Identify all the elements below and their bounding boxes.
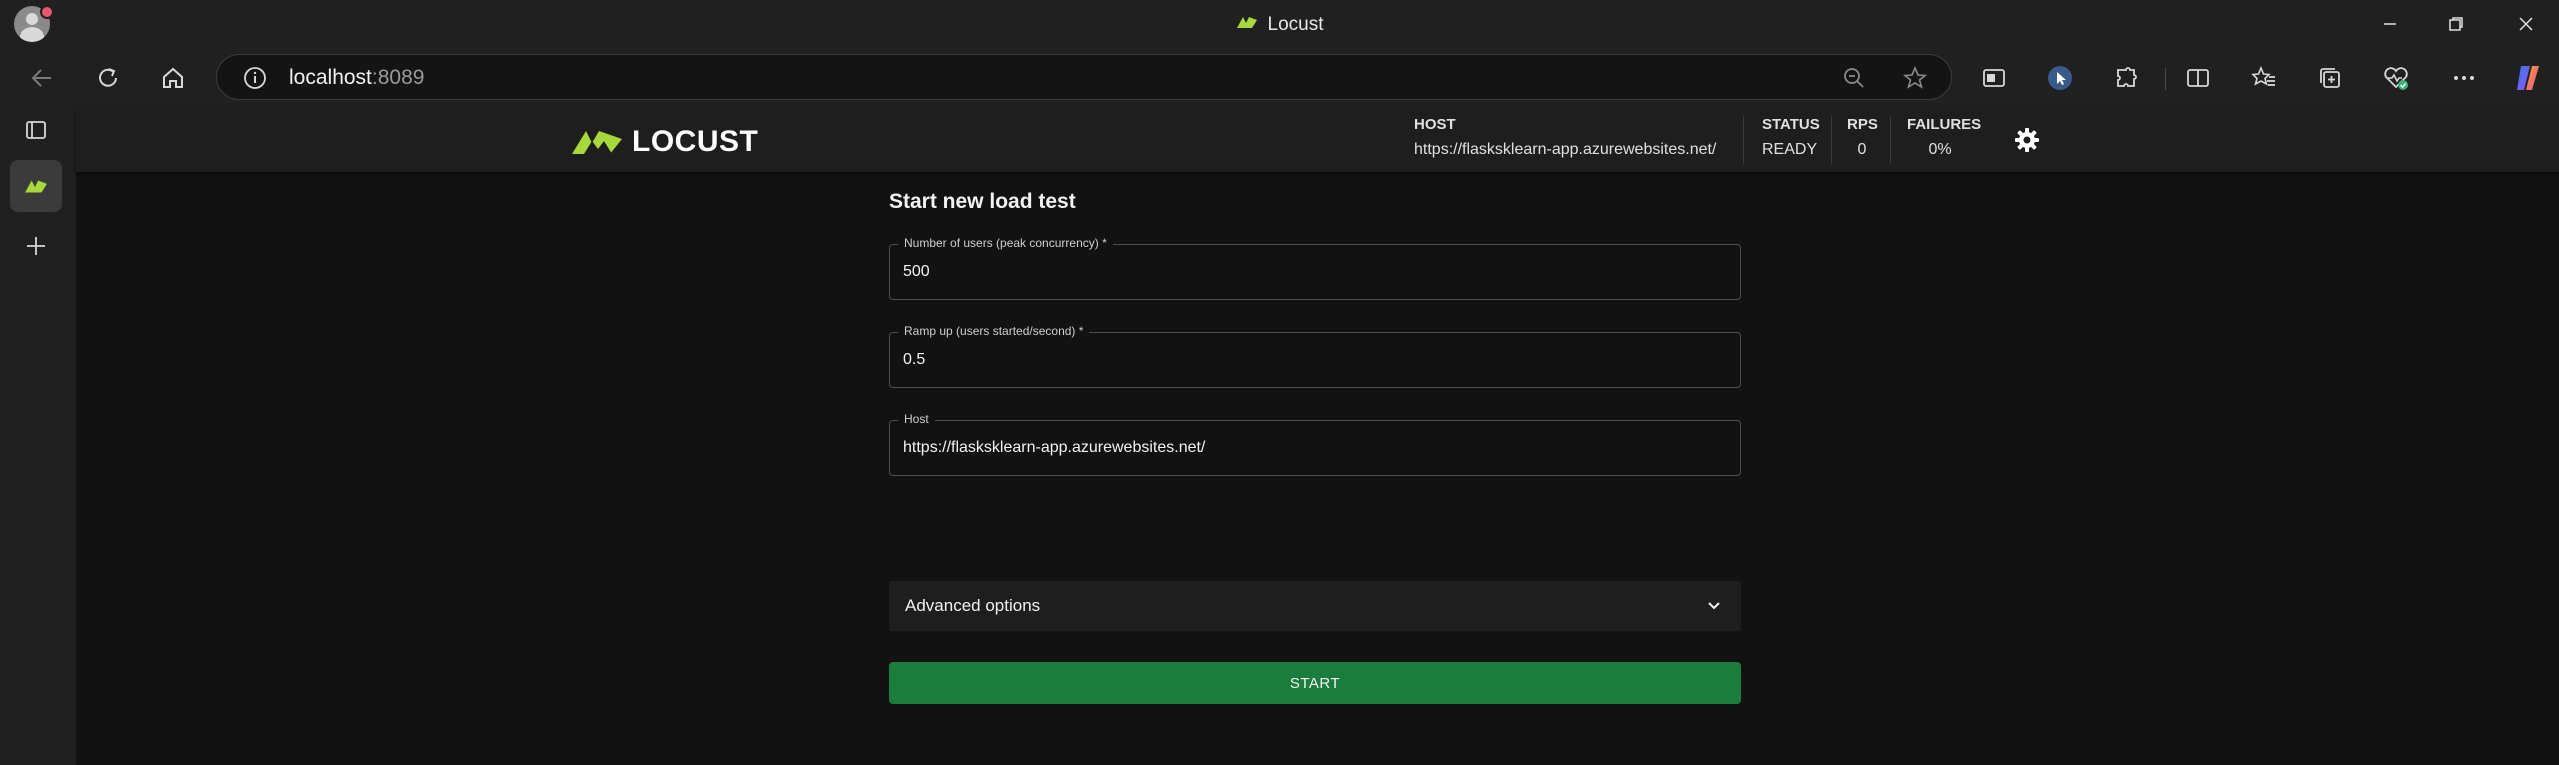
browser-essentials-icon[interactable] [2376, 58, 2416, 98]
refresh-button[interactable] [88, 58, 128, 98]
stat-rps: RPS 0 [1847, 116, 1878, 158]
locust-app: LOCUST HOST https://flasksklearn-app.azu… [76, 108, 2559, 765]
users-field-label: Number of users (peak concurrency) * [898, 236, 1113, 250]
users-field[interactable]: Number of users (peak concurrency) * 500 [889, 236, 1741, 300]
minimize-button[interactable] [2366, 8, 2414, 40]
users-input[interactable]: 500 [903, 263, 1703, 281]
locust-logo[interactable]: LOCUST [570, 125, 758, 159]
host-field-label: Host [898, 412, 935, 426]
new-tab-button[interactable] [10, 220, 62, 272]
extensions-icon[interactable] [2106, 58, 2146, 98]
window-titlebar: Locust [0, 0, 2559, 48]
tab-actions-icon[interactable] [10, 104, 62, 156]
advanced-options-label: Advanced options [905, 596, 1041, 615]
favorites-icon[interactable] [2244, 58, 2284, 98]
host-field[interactable]: Host https://flasksklearn-app.azurewebsi… [889, 412, 1741, 476]
host-input[interactable]: https://flasksklearn-app.azurewebsites.n… [903, 439, 1703, 457]
locust-logo-icon [572, 131, 622, 154]
url-text[interactable]: localhost:8089 [289, 66, 424, 90]
form-title: Start new load test [889, 190, 1076, 213]
locust-tab-icon [1236, 14, 1258, 36]
app-header: LOCUST HOST https://flasksklearn-app.azu… [76, 108, 2559, 172]
ramp-up-input[interactable]: 0.5 [903, 351, 1703, 369]
advanced-options-accordion[interactable]: Advanced options [889, 581, 1741, 631]
vertical-tabs-strip [0, 108, 76, 765]
site-info-icon[interactable] [243, 66, 267, 95]
browser-toolbar: localhost:8089 [0, 48, 2559, 108]
stat-failures: FAILURES 0% [1907, 116, 1982, 158]
ramp-up-field-label: Ramp up (users started/second) * [898, 324, 1090, 338]
home-button[interactable] [153, 58, 193, 98]
collections-icon[interactable] [2310, 58, 2350, 98]
chevron-down-icon [1705, 596, 1723, 619]
tab-locust[interactable] [10, 160, 62, 212]
immersive-reader-icon[interactable] [1974, 58, 2014, 98]
zoom-icon[interactable] [1842, 66, 1866, 95]
favorite-star-icon[interactable] [1902, 65, 1928, 96]
cursor-extension-icon[interactable] [2040, 58, 2080, 98]
close-window-button[interactable] [2502, 8, 2550, 40]
window-title: Locust [0, 14, 2559, 36]
start-button[interactable]: START [889, 662, 1741, 704]
address-bar[interactable]: localhost:8089 [216, 54, 1952, 100]
copilot-icon[interactable] [2508, 58, 2548, 98]
restore-button[interactable] [2432, 8, 2480, 40]
stat-status: STATUS READY [1762, 116, 1820, 158]
locust-tab-favicon-icon [25, 180, 47, 193]
split-screen-icon[interactable] [2178, 58, 2218, 98]
plus-icon [27, 237, 45, 255]
back-button[interactable] [22, 58, 62, 98]
stat-host: HOST https://flasksklearn-app.azurewebsi… [1414, 116, 1717, 158]
settings-gear-icon[interactable] [2013, 126, 2041, 154]
more-menu-icon[interactable] [2444, 58, 2484, 98]
ramp-up-field[interactable]: Ramp up (users started/second) * 0.5 [889, 324, 1741, 388]
